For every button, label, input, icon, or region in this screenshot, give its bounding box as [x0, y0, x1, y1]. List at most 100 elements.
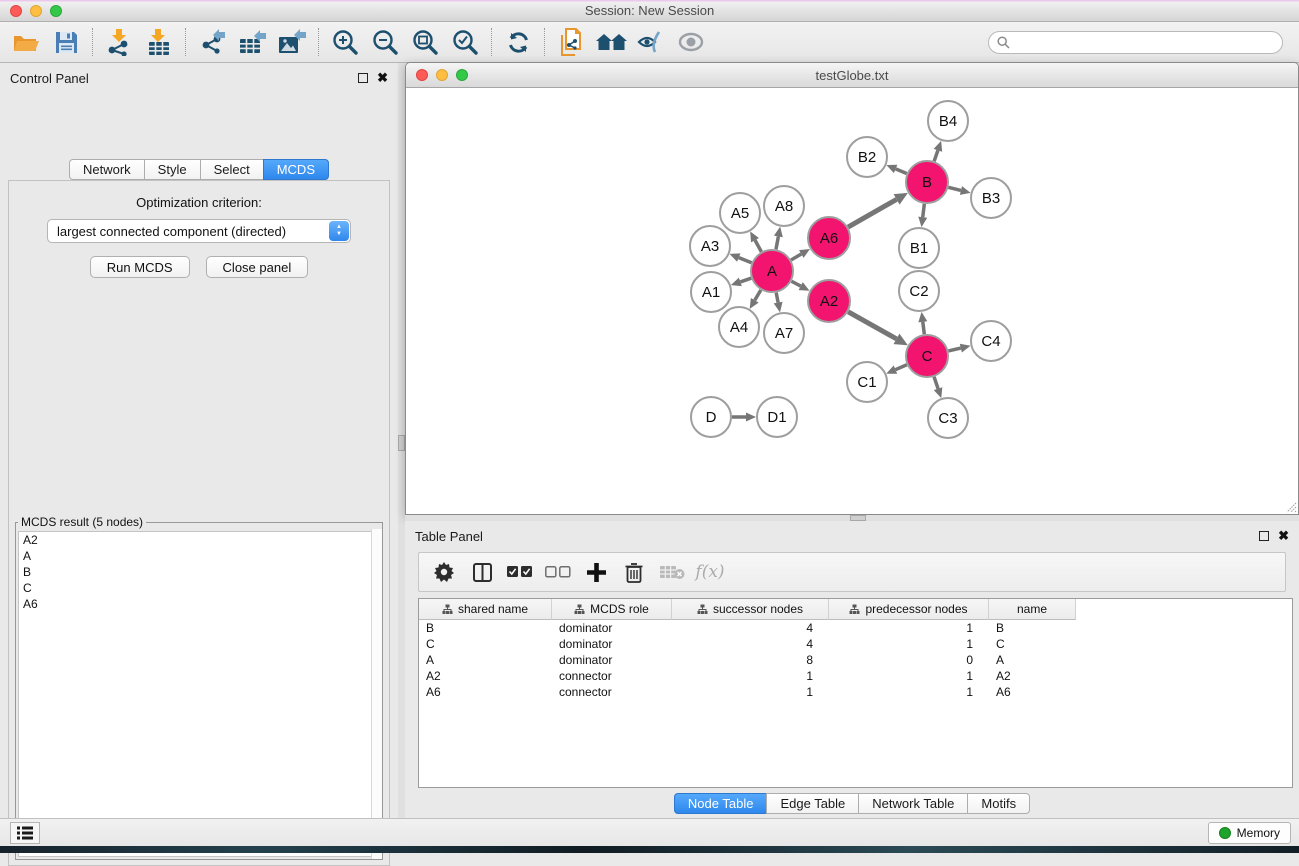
close-panel-button[interactable]: Close panel — [206, 256, 309, 278]
export-network-button[interactable] — [192, 25, 232, 59]
table-row[interactable]: A6connector11A6 — [419, 684, 1292, 700]
column-header-MCDS-role[interactable]: MCDS role — [552, 599, 672, 620]
graph-edge-A-A2[interactable] — [791, 281, 800, 286]
graph-node-A3[interactable]: A3 — [690, 226, 730, 266]
result-item[interactable]: A — [19, 548, 379, 564]
run-mcds-button[interactable]: Run MCDS — [90, 256, 190, 278]
graph-node-B[interactable]: B — [906, 161, 948, 203]
search-input[interactable] — [1015, 35, 1274, 49]
graph-node-B3[interactable]: B3 — [971, 178, 1011, 218]
select-all-button[interactable] — [501, 556, 539, 588]
tab-style[interactable]: Style — [144, 159, 201, 180]
graph-edge-C-C1[interactable] — [895, 365, 906, 370]
graph-edge-C-C3[interactable] — [934, 377, 938, 389]
graph-edge-B-B4[interactable] — [934, 150, 938, 161]
vertical-split-handle[interactable] — [398, 435, 405, 451]
graph-edge-A-A3[interactable] — [739, 258, 752, 263]
float-panel-icon[interactable] — [358, 73, 368, 83]
show-panels-button[interactable] — [671, 25, 711, 59]
hide-panels-button[interactable] — [631, 25, 671, 59]
close-table-panel-icon[interactable]: ✖ — [1278, 531, 1289, 541]
network-list-button[interactable] — [10, 822, 40, 844]
result-scrollbar[interactable] — [371, 529, 382, 859]
zoom-fit-button[interactable] — [405, 25, 445, 59]
tab-select[interactable]: Select — [200, 159, 264, 180]
graph-node-C2[interactable]: C2 — [899, 271, 939, 311]
graph-edge-A-A1[interactable] — [740, 278, 751, 282]
graph-edge-A-A5[interactable] — [755, 240, 761, 252]
column-header-successor-nodes[interactable]: successor nodes — [672, 599, 829, 620]
graph-node-B4[interactable]: B4 — [928, 101, 968, 141]
refresh-button[interactable] — [498, 25, 538, 59]
delete-table-button[interactable] — [653, 556, 691, 588]
graph-node-A1[interactable]: A1 — [691, 272, 731, 312]
deselect-all-button[interactable] — [539, 556, 577, 588]
graph-node-A4[interactable]: A4 — [719, 307, 759, 347]
graph-edge-A6-B[interactable] — [848, 199, 897, 227]
result-item[interactable]: A2 — [19, 532, 379, 548]
resize-grip-icon[interactable] — [1285, 501, 1297, 513]
export-image-button[interactable] — [272, 25, 312, 59]
graph-edge-A2-C[interactable] — [848, 312, 896, 339]
graph-node-C3[interactable]: C3 — [928, 398, 968, 438]
table-settings-button[interactable] — [425, 556, 463, 588]
criterion-select[interactable]: largest connected component (directed) ▲… — [47, 219, 351, 243]
open-session-button[interactable] — [6, 25, 46, 59]
graph-node-D[interactable]: D — [691, 397, 731, 437]
graph-edge-C-C2[interactable] — [923, 322, 925, 334]
search-field[interactable] — [988, 31, 1283, 54]
zoom-in-button[interactable] — [325, 25, 365, 59]
column-header-name[interactable]: name — [989, 599, 1076, 620]
home-button[interactable] — [591, 25, 631, 59]
tab-mcds[interactable]: MCDS — [263, 159, 329, 180]
graph-edge-A-A4[interactable] — [755, 290, 761, 300]
graph-edge-B-B1[interactable] — [923, 204, 925, 217]
delete-column-button[interactable] — [615, 556, 653, 588]
zoom-selected-button[interactable] — [445, 25, 485, 59]
import-table-button[interactable] — [139, 25, 179, 59]
graph-node-B2[interactable]: B2 — [847, 137, 887, 177]
graph-node-B1[interactable]: B1 — [899, 228, 939, 268]
result-item[interactable]: A6 — [19, 596, 379, 612]
graph-node-C[interactable]: C — [906, 335, 948, 377]
graph-node-A8[interactable]: A8 — [764, 186, 804, 226]
graph-node-A[interactable]: A — [751, 250, 793, 292]
graph-node-D1[interactable]: D1 — [757, 397, 797, 437]
float-table-panel-icon[interactable] — [1259, 531, 1269, 541]
import-network-button[interactable] — [99, 25, 139, 59]
column-header-shared-name[interactable]: shared name — [419, 599, 552, 620]
tab-motifs[interactable]: Motifs — [967, 793, 1030, 814]
table-row[interactable]: Cdominator41C — [419, 636, 1292, 652]
network-canvas[interactable]: A A1 A2 A3 A4 A5 A6 A7 A8 B B1 B2 B3B4 C C1 C2 C3C4 D D1 — [406, 88, 1298, 514]
vertical-split-divider[interactable] — [398, 63, 405, 818]
graph-edge-C-C4[interactable] — [948, 348, 960, 351]
tab-node-table[interactable]: Node Table — [674, 793, 768, 814]
memory-button[interactable]: Memory — [1208, 822, 1291, 844]
tab-edge-table[interactable]: Edge Table — [766, 793, 859, 814]
tab-network[interactable]: Network — [69, 159, 145, 180]
graph-node-A5[interactable]: A5 — [720, 193, 760, 233]
result-item[interactable]: C — [19, 580, 379, 596]
table-row[interactable]: Adominator80A — [419, 652, 1292, 668]
graph-node-C4[interactable]: C4 — [971, 321, 1011, 361]
graph-node-A2[interactable]: A2 — [808, 280, 850, 322]
save-session-button[interactable] — [46, 25, 86, 59]
graph-node-A7[interactable]: A7 — [764, 313, 804, 353]
graph-node-A6[interactable]: A6 — [808, 217, 850, 259]
network-graph[interactable]: A A1 A2 A3 A4 A5 A6 A7 A8 B B1 B2 B3B4 C C1 C2 C3C4 D D1 — [406, 88, 1298, 514]
table-row[interactable]: Bdominator41B — [419, 620, 1292, 636]
zoom-out-button[interactable] — [365, 25, 405, 59]
add-column-button[interactable] — [577, 556, 615, 588]
graph-node-C1[interactable]: C1 — [847, 362, 887, 402]
export-table-button[interactable] — [232, 25, 272, 59]
graph-edge-A-A7[interactable] — [776, 293, 778, 303]
graph-edge-B-B3[interactable] — [948, 187, 961, 190]
table-row[interactable]: A2connector11A2 — [419, 668, 1292, 684]
fx-button[interactable]: f(x) — [691, 556, 729, 588]
duplicate-network-button[interactable] — [551, 25, 591, 59]
graph-edge-A-A8[interactable] — [776, 236, 778, 249]
tab-network-table[interactable]: Network Table — [858, 793, 968, 814]
close-panel-icon[interactable]: ✖ — [377, 73, 388, 83]
result-item[interactable]: B — [19, 564, 379, 580]
split-panel-button[interactable] — [463, 556, 501, 588]
